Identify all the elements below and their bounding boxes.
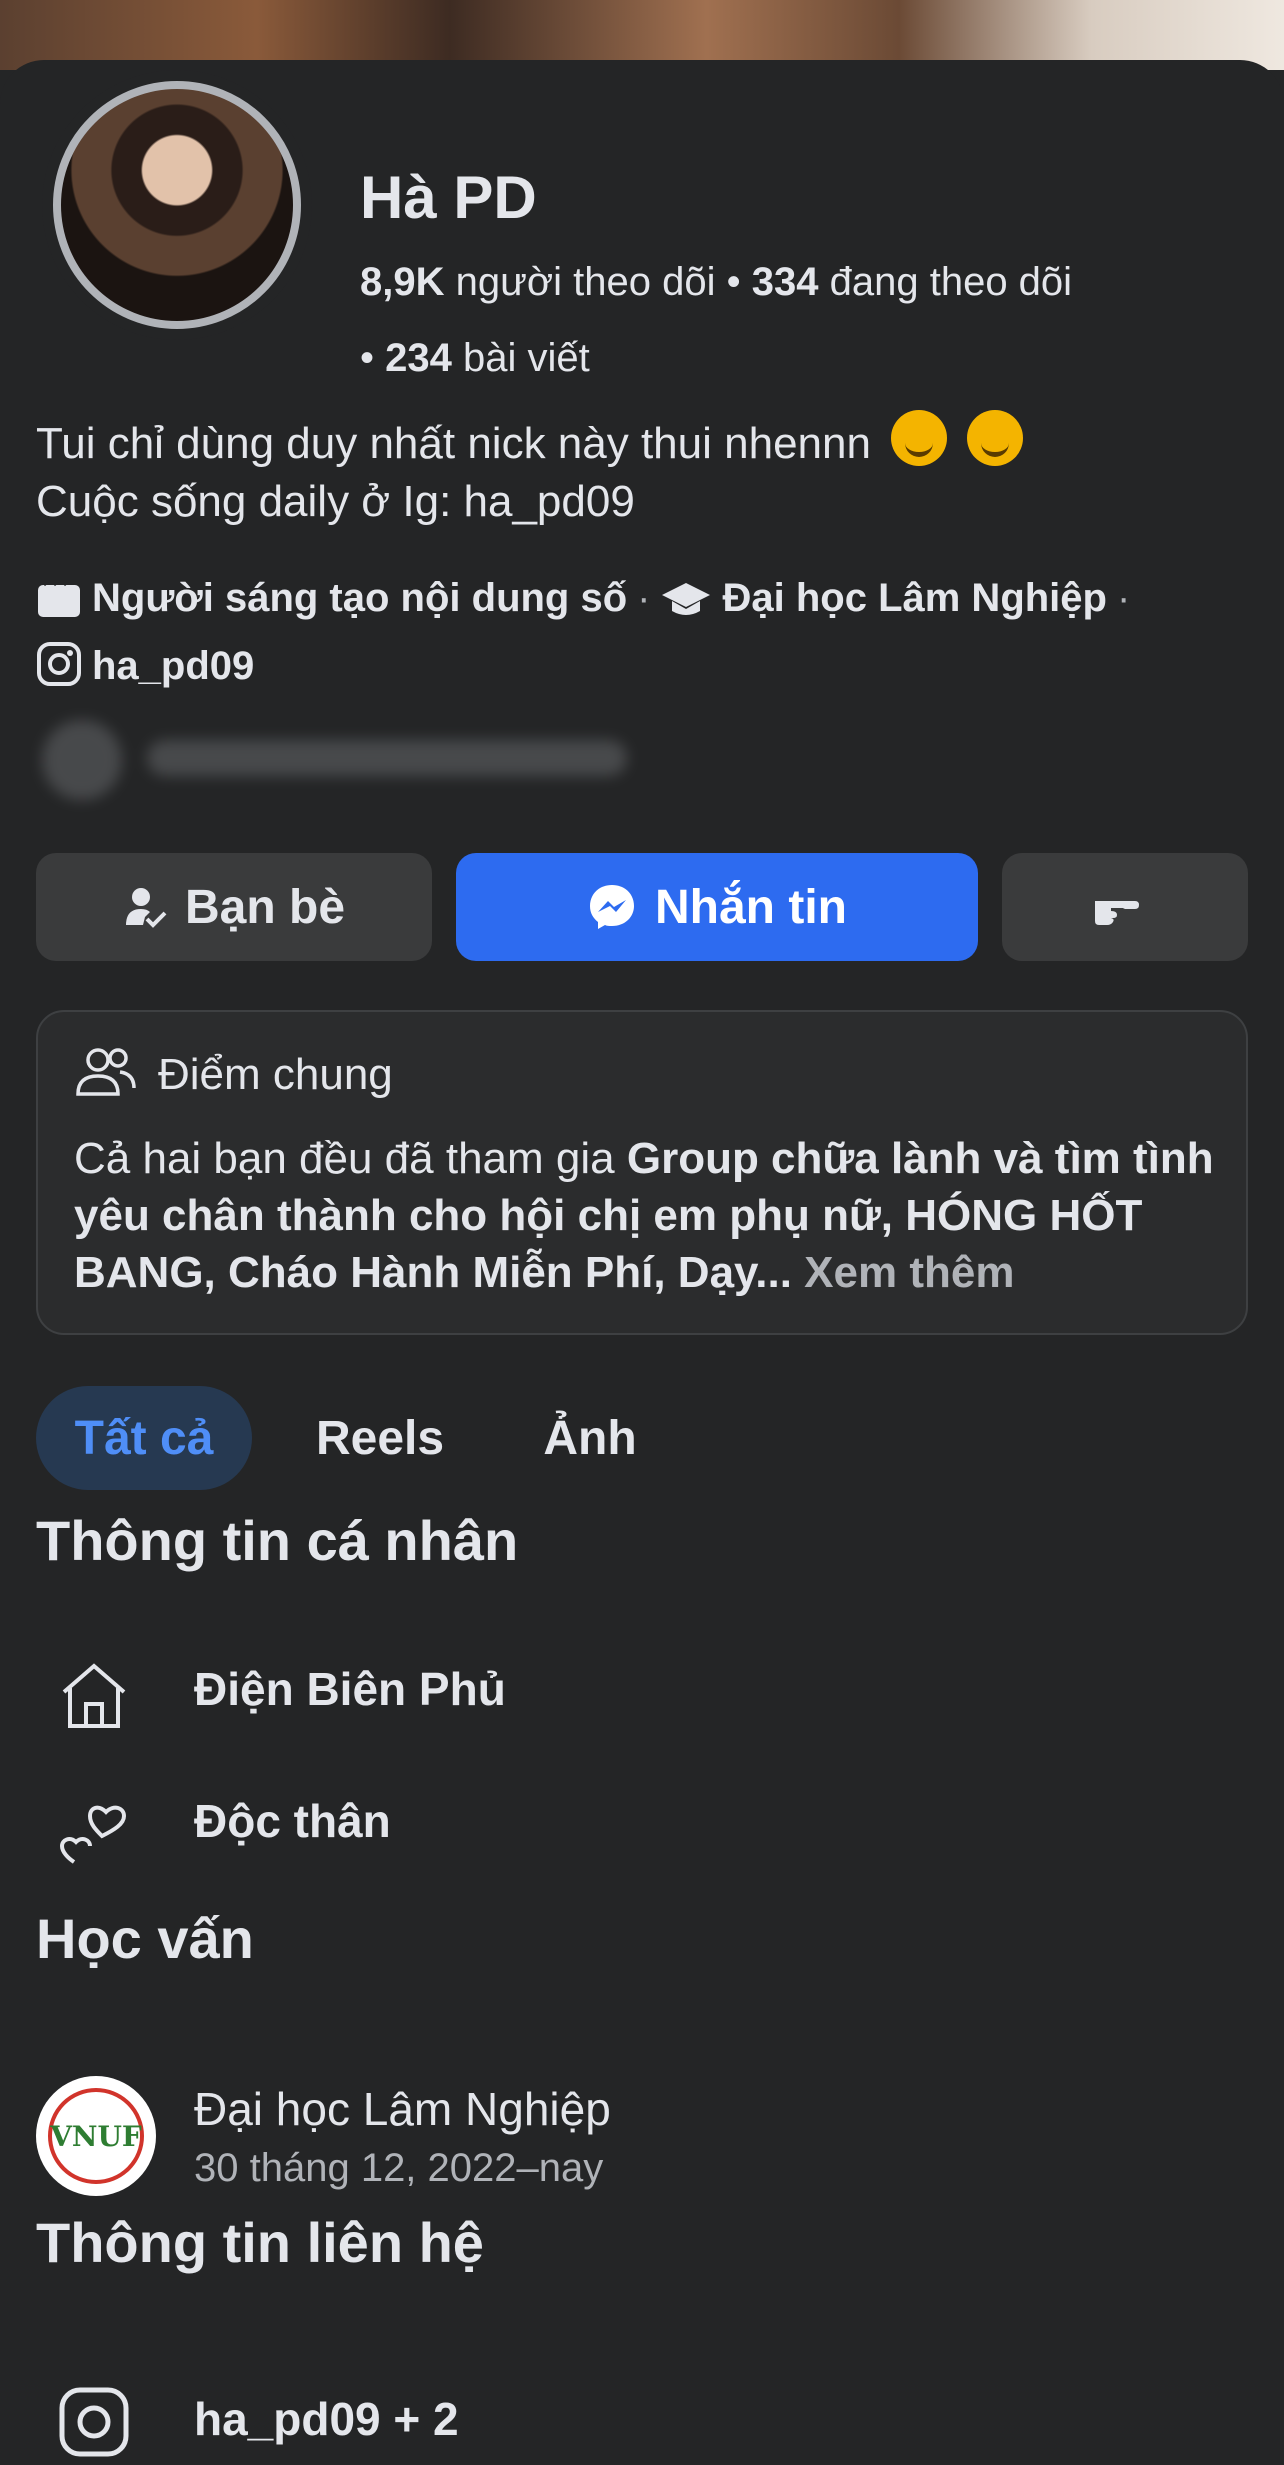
school-date: 30 tháng 12, 2022–nay: [194, 2146, 604, 2190]
profile-bio: Tui chỉ dùng duy nhất nick này thui nhen…: [36, 410, 1236, 531]
instagram-icon: [36, 641, 82, 704]
contact-instagram-label: ha_pd09 + 2: [194, 2393, 459, 2445]
tab-reels[interactable]: Reels: [300, 1386, 460, 1490]
contact-info-title: Thông tin liên hệ: [36, 2211, 484, 2274]
bio-line-2: Cuộc sống daily ở Ig: ha_pd09: [36, 477, 635, 526]
hugging-face-emoji-icon: [891, 410, 948, 466]
graduation-cap-icon: [660, 576, 712, 636]
school-name[interactable]: Đại học Lâm Nghiệp: [194, 2082, 611, 2136]
home-icon: [56, 1658, 132, 1739]
relationship-label: Độc thân: [194, 1795, 391, 1847]
school-logo[interactable]: VNUF: [36, 2076, 156, 2196]
posts-label: bài viết: [463, 336, 590, 380]
education-title: Học vấn: [36, 1907, 254, 1970]
hometown-row[interactable]: Điện Biên Phủ: [0, 1638, 1284, 1738]
profile-name: Hà PD: [360, 164, 537, 231]
profile-stats: 8,9K người theo dõi • 334 đang theo dõi …: [360, 244, 1240, 396]
clapperboard-icon: [36, 576, 82, 636]
blurred-mutual-info: [42, 710, 662, 810]
followers-count[interactable]: 8,9K: [360, 260, 445, 304]
stats-separator: •: [360, 336, 375, 380]
stats-separator: •: [726, 260, 741, 304]
followers-label[interactable]: người theo dõi: [456, 260, 716, 304]
hugging-face-emoji-icon: [967, 410, 1024, 466]
common-ground-card[interactable]: Điểm chung Cả hai bạn đều đã tham gia Gr…: [36, 1010, 1248, 1335]
friends-label: Bạn bè: [184, 880, 346, 934]
messenger-icon: [590, 885, 634, 929]
tab-photos[interactable]: Ảnh: [530, 1386, 650, 1490]
following-count[interactable]: 334: [752, 260, 819, 304]
relationship-row[interactable]: Độc thân: [0, 1770, 1284, 1870]
hometown-label: Điện Biên Phủ: [194, 1663, 506, 1715]
bio-line-1: Tui chỉ dùng duy nhất nick này thui nhen…: [36, 419, 871, 468]
meta-instagram[interactable]: ha_pd09: [92, 644, 254, 688]
poke-hand-icon: [1095, 901, 1139, 925]
common-ground-text: Cả hai bạn đều đã tham gia Group chữa là…: [74, 1134, 1214, 1297]
common-ground-title: Điểm chung: [158, 1050, 393, 1099]
tab-all[interactable]: Tất cả: [36, 1386, 252, 1490]
school-logo-text: VNUF: [48, 2088, 144, 2184]
hearts-icon: [56, 1790, 132, 1871]
poke-button[interactable]: [1002, 853, 1248, 961]
people-icon: [74, 1044, 138, 1105]
instagram-icon: [56, 2384, 132, 2465]
see-more-link[interactable]: Xem thêm: [804, 1248, 1014, 1297]
contact-instagram-row[interactable]: ha_pd09 + 2: [56, 2376, 1256, 2457]
profile-avatar[interactable]: [42, 70, 312, 340]
friends-button[interactable]: Bạn bè: [36, 853, 432, 961]
friend-check-icon: [125, 888, 167, 928]
profile-card: Hà PD 8,9K người theo dõi • 334 đang the…: [0, 60, 1284, 2457]
posts-count: 234: [385, 336, 452, 380]
avatar-image: [53, 81, 301, 329]
meta-school[interactable]: Đại học Lâm Nghiệp: [722, 576, 1107, 620]
meta-creator[interactable]: Người sáng tạo nội dung số: [92, 576, 627, 620]
message-label: Nhắn tin: [655, 880, 847, 934]
personal-info-title: Thông tin cá nhân: [36, 1509, 519, 1572]
message-button[interactable]: Nhắn tin: [456, 853, 978, 961]
profile-meta: Người sáng tạo nội dung số · Đại học Lâm …: [36, 568, 1246, 704]
following-label[interactable]: đang theo dõi: [830, 260, 1072, 304]
